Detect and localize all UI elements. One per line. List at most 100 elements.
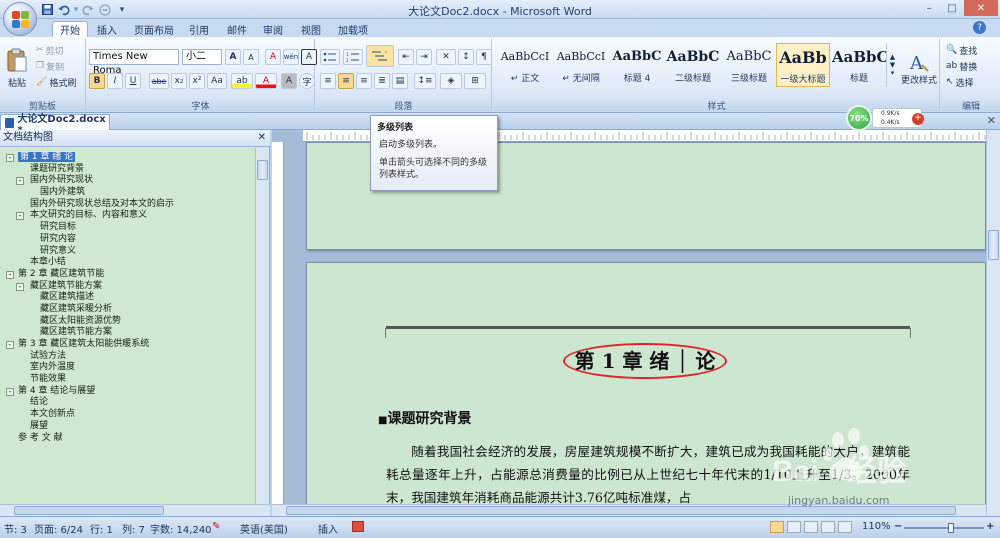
- style-level-1-title[interactable]: AaBb 一级大标题: [776, 43, 830, 87]
- show-marks-button[interactable]: ¶: [476, 49, 492, 65]
- shrink-font-button[interactable]: A: [243, 49, 259, 65]
- clear-format-button[interactable]: A: [265, 49, 281, 65]
- find-button[interactable]: 🔍 查找: [946, 43, 977, 57]
- change-case-button[interactable]: Aa: [207, 73, 227, 89]
- character-border-button[interactable]: A: [301, 49, 317, 65]
- web-layout-view-icon[interactable]: [804, 521, 818, 533]
- tab-insert[interactable]: 插入: [92, 21, 122, 37]
- strikethrough-button[interactable]: abe: [149, 73, 169, 89]
- document-map-item[interactable]: 藏区建筑节能方案: [6, 327, 256, 339]
- underline-button[interactable]: U: [125, 73, 141, 89]
- subscript-button[interactable]: x₂: [171, 73, 187, 89]
- status-section[interactable]: 节: 3: [4, 521, 27, 536]
- collapse-toggle-icon[interactable]: -: [6, 154, 14, 162]
- style-level-2[interactable]: AaBbC 二级标题: [666, 43, 720, 87]
- collapse-toggle-icon[interactable]: -: [16, 177, 24, 186]
- document-map-item[interactable]: 研究意义: [6, 246, 256, 258]
- tab-review[interactable]: 审阅: [258, 21, 288, 37]
- replace-button[interactable]: ab 替换: [946, 59, 977, 73]
- zoom-out-icon[interactable]: −: [894, 521, 902, 532]
- close-button[interactable]: ✕: [964, 0, 998, 16]
- nav-horizontal-scrollbar[interactable]: [0, 504, 270, 516]
- tab-view[interactable]: 视图: [296, 21, 326, 37]
- chinese-layout-button[interactable]: ✕: [436, 49, 456, 65]
- numbering-button[interactable]: 12: [343, 49, 363, 65]
- qat-dropdown-icon[interactable]: ▾: [115, 3, 129, 17]
- status-insert-mode[interactable]: 插入: [318, 521, 338, 536]
- maximize-button[interactable]: □: [941, 0, 963, 16]
- align-center-button[interactable]: ≡: [338, 73, 354, 89]
- paste-button[interactable]: 粘贴: [4, 43, 30, 93]
- document-map-item[interactable]: 本文创新点: [6, 409, 256, 421]
- align-right-button[interactable]: ≡: [356, 73, 372, 89]
- sort-button[interactable]: ↕: [458, 49, 474, 65]
- grow-font-button[interactable]: A: [225, 49, 241, 65]
- document-map-item[interactable]: 研究目标: [6, 222, 256, 234]
- status-page[interactable]: 页面: 6/24: [34, 521, 83, 536]
- full-screen-view-icon[interactable]: [787, 521, 801, 533]
- style-title[interactable]: AaBbC 标题: [832, 43, 886, 87]
- nav-scroll-thumb[interactable]: [257, 160, 268, 180]
- justify-button[interactable]: ≣: [374, 73, 390, 89]
- decrease-indent-button[interactable]: ⇤: [398, 49, 414, 65]
- line-spacing-button[interactable]: ↕≡: [414, 73, 436, 89]
- copy-button[interactable]: ❐ 复制: [36, 59, 64, 73]
- zoom-slider[interactable]: [904, 523, 984, 533]
- document-map-item[interactable]: -第 2 章 藏区建筑节能: [6, 269, 256, 281]
- italic-button[interactable]: I: [107, 73, 123, 89]
- style-level-3[interactable]: AaBbC 三级标题: [722, 43, 776, 87]
- nav-vertical-scrollbar[interactable]: [255, 148, 269, 504]
- macro-record-icon[interactable]: [352, 521, 364, 532]
- superscript-button[interactable]: x²: [189, 73, 205, 89]
- document-map-item[interactable]: - 藏区建筑节能方案: [6, 281, 256, 293]
- collapse-toggle-icon[interactable]: -: [16, 212, 24, 221]
- draft-view-icon[interactable]: [838, 521, 852, 533]
- document-map-item[interactable]: -第 3 章 藏区建筑太阳能供暖系统: [6, 339, 256, 351]
- status-word-count[interactable]: 字数: 14,240: [150, 521, 212, 536]
- document-map-item[interactable]: 室内外温度: [6, 362, 256, 374]
- document-map-item[interactable]: 国内外建筑: [6, 187, 256, 199]
- document-map-item[interactable]: 藏区建筑描述: [6, 292, 256, 304]
- document-map-item[interactable]: 本章小结: [6, 257, 256, 269]
- outline-view-icon[interactable]: [821, 521, 835, 533]
- style-heading-4[interactable]: AaBbC 标题 4: [610, 43, 664, 87]
- proofing-icon[interactable]: ✎: [212, 521, 220, 532]
- document-scroll-thumb[interactable]: [988, 230, 999, 260]
- document-map-item[interactable]: 藏区太阳能资源优势: [6, 316, 256, 328]
- collapse-toggle-icon[interactable]: -: [6, 387, 14, 396]
- status-line[interactable]: 行: 1: [90, 521, 113, 536]
- collapse-toggle-icon[interactable]: -: [16, 282, 24, 291]
- styles-scroll[interactable]: ▲ ▼ ▾: [886, 43, 898, 87]
- document-map-item[interactable]: 结论: [6, 397, 256, 409]
- undo-icon[interactable]: [57, 3, 71, 17]
- close-document-icon[interactable]: ✕: [987, 114, 996, 127]
- document-map-item[interactable]: 节能效果: [6, 374, 256, 386]
- style-no-spacing[interactable]: AaBbCcI ↵ 无间隔: [554, 43, 608, 87]
- status-zoom[interactable]: 110%: [862, 521, 891, 532]
- paragraph-shading-button[interactable]: ◈: [440, 73, 462, 89]
- document-tab[interactable]: 大论文Doc2.docx *: [0, 114, 110, 136]
- document-map-item[interactable]: 试验方法: [6, 351, 256, 363]
- document-map-item[interactable]: 藏区建筑采暖分析: [6, 304, 256, 316]
- zoom-slider-thumb[interactable]: [948, 523, 954, 533]
- tab-home[interactable]: 开始: [52, 21, 88, 37]
- bold-button[interactable]: B: [89, 73, 105, 89]
- document-map-item[interactable]: 展望: [6, 421, 256, 433]
- enclose-characters-button[interactable]: 字: [299, 73, 315, 89]
- increase-indent-button[interactable]: ⇥: [416, 49, 432, 65]
- office-button[interactable]: [3, 2, 37, 36]
- minimize-button[interactable]: –: [918, 0, 940, 16]
- collapse-toggle-icon[interactable]: -: [6, 341, 14, 349]
- format-painter-button[interactable]: 🖌 格式刷: [36, 75, 76, 89]
- status-column[interactable]: 列: 7: [122, 521, 145, 536]
- collapse-toggle-icon[interactable]: -: [6, 270, 14, 279]
- tab-page-layout[interactable]: 页面布局: [130, 21, 178, 37]
- save-icon[interactable]: [40, 3, 54, 17]
- close-pane-icon[interactable]: ✕: [258, 130, 266, 146]
- cut-button[interactable]: ✂ 剪切: [36, 43, 64, 57]
- font-size-combo[interactable]: 小二: [182, 49, 222, 65]
- section-heading[interactable]: ■课题研究背景: [378, 408, 471, 428]
- network-monitor-widget[interactable]: 70% 0.9K/s 0.4K/s +: [846, 105, 926, 131]
- style-normal[interactable]: AaBbCcI ↵ 正文: [498, 43, 552, 87]
- tab-mailings[interactable]: 邮件: [222, 21, 252, 37]
